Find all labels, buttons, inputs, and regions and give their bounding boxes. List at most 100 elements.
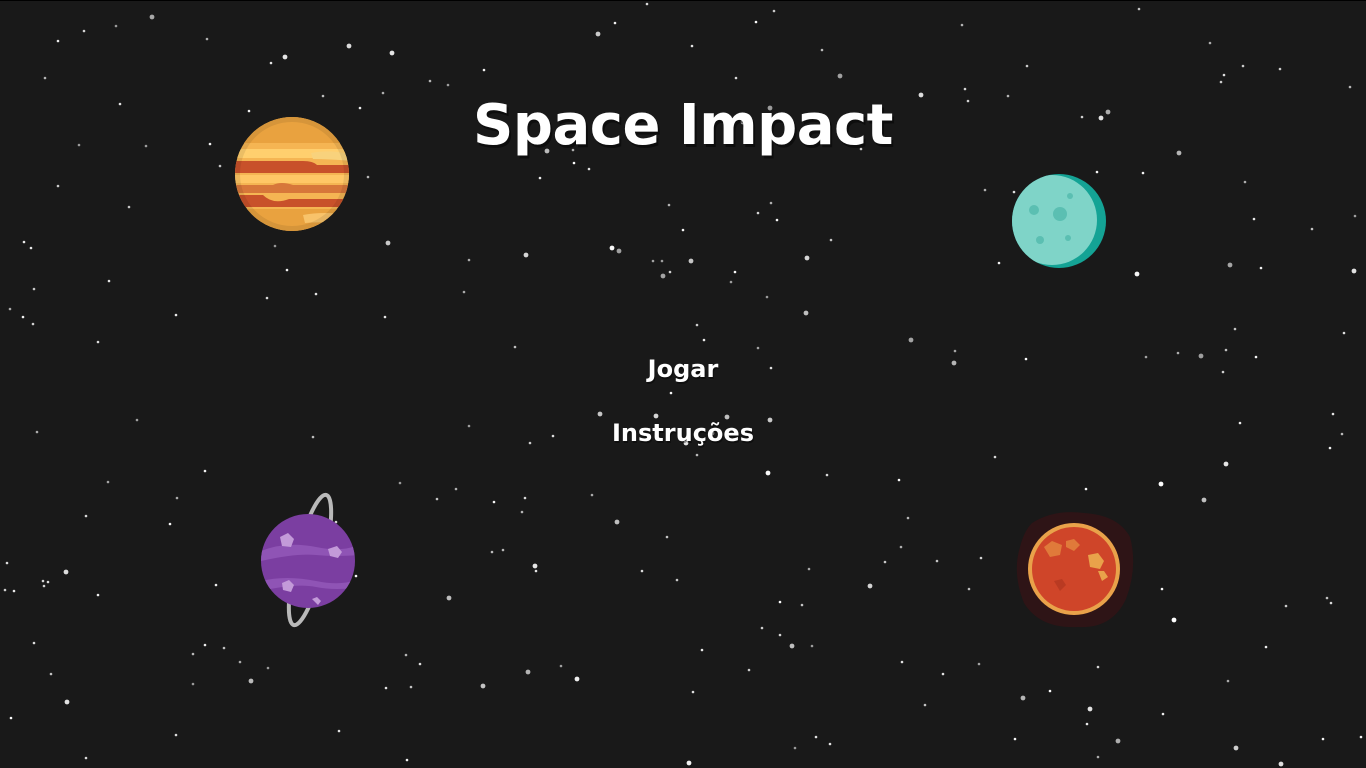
star-dot <box>765 295 769 299</box>
star-dot <box>1233 327 1237 331</box>
star-dot <box>266 666 270 670</box>
star-dot <box>681 228 685 232</box>
star-dot <box>175 496 179 500</box>
star-dot <box>729 280 733 284</box>
star-dot <box>614 519 620 525</box>
star-dot <box>127 205 131 209</box>
star-dot <box>398 481 402 485</box>
star-dot <box>56 184 60 188</box>
star-dot <box>285 268 289 272</box>
star-dot <box>1115 738 1121 744</box>
star-dot <box>1325 596 1329 600</box>
star-dot <box>667 203 671 207</box>
star-dot <box>1243 180 1247 184</box>
star-dot <box>191 652 195 656</box>
star-dot <box>1329 601 1333 605</box>
star-dot <box>149 14 155 20</box>
star-dot <box>1353 214 1357 218</box>
main-menu: Jogar Instruções <box>0 349 1366 477</box>
star-dot <box>454 487 458 491</box>
star-dot <box>174 313 178 317</box>
star-dot <box>482 68 486 72</box>
star-dot <box>1278 67 1282 71</box>
star-dot <box>525 669 531 675</box>
star-dot <box>665 535 669 539</box>
star-dot <box>1264 645 1268 649</box>
star-dot <box>1134 271 1140 277</box>
star-dot <box>754 20 758 24</box>
star-dot <box>807 567 811 571</box>
star-dot <box>538 176 542 180</box>
star-dot <box>520 510 524 514</box>
star-dot <box>572 161 576 165</box>
star-dot <box>1241 64 1245 68</box>
star-dot <box>174 733 178 737</box>
star-dot <box>435 497 439 501</box>
star-dot <box>820 48 824 52</box>
star-dot <box>702 338 706 342</box>
star-dot <box>923 703 927 707</box>
star-dot <box>734 76 738 80</box>
star-dot <box>1048 689 1052 693</box>
star-dot <box>1321 737 1325 741</box>
star-dot <box>775 218 779 222</box>
star-dot <box>1096 755 1100 759</box>
star-dot <box>222 646 226 650</box>
star-dot <box>1171 617 1177 623</box>
star-dot <box>688 258 694 264</box>
star-dot <box>205 37 209 41</box>
star-dot <box>269 61 273 65</box>
star-dot <box>404 653 408 657</box>
star-dot <box>1222 73 1226 77</box>
star-dot <box>1020 695 1026 701</box>
star-dot <box>107 279 111 283</box>
star-dot <box>314 292 318 296</box>
star-dot <box>43 76 47 80</box>
star-dot <box>900 660 904 664</box>
star-dot <box>248 678 254 684</box>
game-screen: Space Impact Jogar Instruções <box>0 0 1366 768</box>
star-dot <box>106 480 110 484</box>
star-dot <box>96 340 100 344</box>
star-dot <box>616 248 622 254</box>
star-dot <box>660 259 664 263</box>
star-dot <box>1348 85 1352 89</box>
star-dot <box>1158 481 1164 487</box>
star-dot <box>574 676 580 682</box>
star-dot <box>346 43 352 49</box>
star-dot <box>660 273 666 279</box>
star-dot <box>793 746 797 750</box>
instructions-button[interactable]: Instruções <box>553 413 813 453</box>
star-dot <box>418 662 422 666</box>
star-dot <box>1137 7 1141 11</box>
star-dot <box>1208 41 1212 45</box>
star-dot <box>84 514 88 518</box>
star-dot <box>1310 227 1314 231</box>
star-dot <box>428 79 432 83</box>
star-dot <box>1085 722 1089 726</box>
star-dot <box>810 644 814 648</box>
star-dot <box>523 496 527 500</box>
star-dot <box>941 672 945 676</box>
star-dot <box>1226 679 1230 683</box>
star-dot <box>1013 737 1017 741</box>
star-dot <box>587 167 591 171</box>
star-dot <box>963 87 967 91</box>
play-button[interactable]: Jogar <box>553 349 813 389</box>
star-dot <box>82 29 86 33</box>
star-dot <box>613 21 617 25</box>
star-dot <box>595 31 601 37</box>
star-dot <box>462 290 466 294</box>
star-dot <box>218 164 222 168</box>
star-dot <box>191 682 195 686</box>
star-dot <box>114 24 118 28</box>
star-dot <box>8 307 12 311</box>
red-planet-icon <box>1016 512 1134 628</box>
star-dot <box>700 648 704 652</box>
star-dot <box>467 258 471 262</box>
star-dot <box>899 545 903 549</box>
star-dot <box>690 44 694 48</box>
star-dot <box>56 39 60 43</box>
star-dot <box>1284 604 1288 608</box>
star-dot <box>49 672 53 676</box>
